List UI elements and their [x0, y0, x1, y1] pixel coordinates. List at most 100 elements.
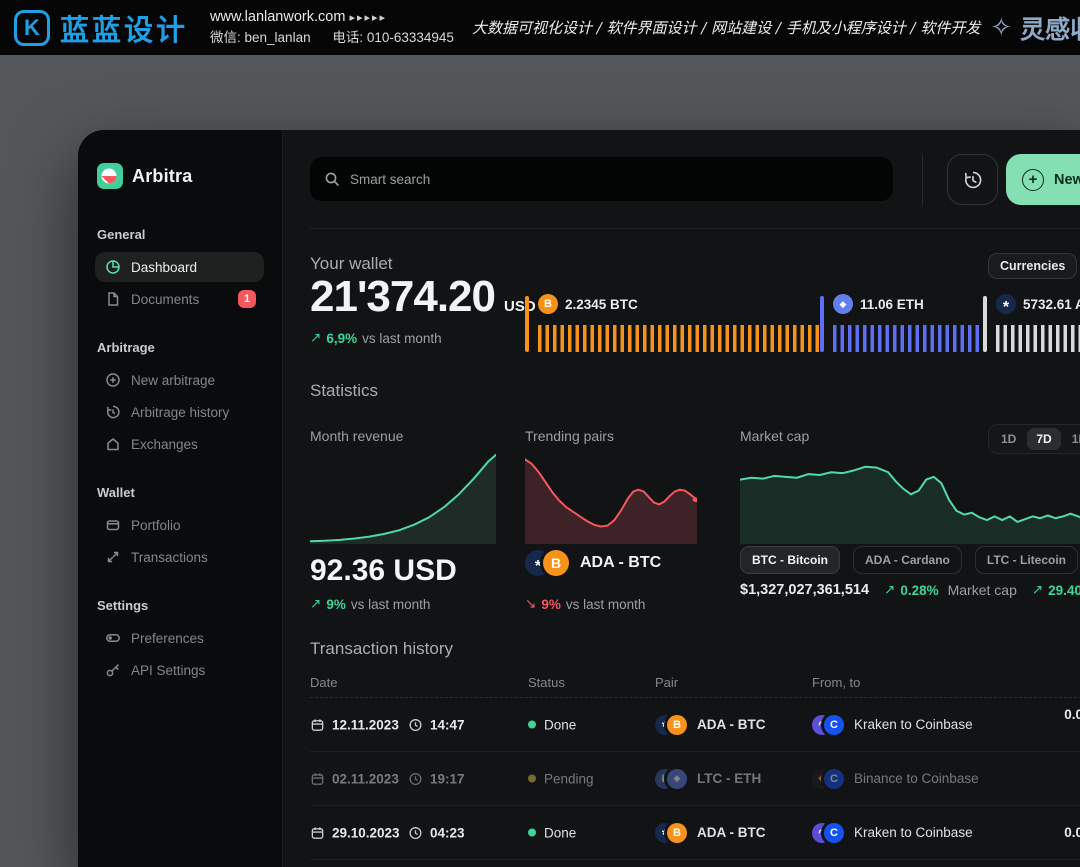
- eth-amount: 11.06 ETH: [860, 297, 924, 312]
- btc-bars: [538, 325, 820, 352]
- clock-icon: [408, 717, 423, 732]
- inspiration-collect[interactable]: ✧ 灵感收集: [990, 10, 1080, 46]
- route-icons: ◆ C: [812, 769, 844, 789]
- wallet-icon: [105, 517, 121, 533]
- coinbase-icon: C: [824, 823, 844, 843]
- sidebar-item-preferences[interactable]: Preferences: [95, 623, 264, 653]
- ada-icon: *: [996, 294, 1016, 314]
- range-1d[interactable]: 1D: [992, 428, 1025, 450]
- month-revenue-label: Month revenue: [310, 428, 403, 444]
- cap-delta: 0.28%: [900, 583, 938, 598]
- range-1m[interactable]: 1M: [1063, 428, 1080, 450]
- market-cap-range-selector: 1D 7D 1M: [988, 424, 1080, 454]
- table-row[interactable]: 12.11.2023 14:47 Done * B: [310, 698, 1080, 752]
- sidebar-item-exchanges[interactable]: Exchanges: [95, 429, 264, 459]
- new-arbitrage-button[interactable]: + New a: [1006, 154, 1080, 205]
- up-arrow-icon: ↗: [884, 582, 895, 598]
- amount-line1: 0.000: [1064, 824, 1080, 839]
- search-input[interactable]: [350, 172, 830, 187]
- table-row[interactable]: 29.10.2023 04:23 Done * B: [310, 806, 1080, 860]
- holding-eth: ◆ 11.06 ETH: [820, 294, 983, 352]
- btc-divider: [525, 296, 529, 352]
- nav-section-arbitrage: Arbitrage: [97, 340, 262, 355]
- sidebar-item-transactions[interactable]: Transactions: [95, 542, 264, 572]
- nav-section-wallet: Wallet: [97, 485, 262, 500]
- lanlan-logo-icon: K: [14, 10, 50, 46]
- delta-suffix: vs last month: [566, 597, 646, 612]
- eth-icon: ◆: [833, 294, 853, 314]
- topbar-divider: [922, 155, 923, 205]
- lanlan-logo-text: 蓝蓝设计: [60, 7, 188, 49]
- sidebar-item-label: Exchanges: [131, 437, 198, 452]
- sidebar-item-label: Preferences: [131, 631, 204, 646]
- delta-value: 6,9%: [326, 331, 357, 346]
- clock-icon: [408, 771, 423, 786]
- ada-amount: 5732.61 ADA: [1023, 297, 1080, 312]
- table-row[interactable]: 02.11.2023 19:17 Pending Ł ◆: [310, 752, 1080, 806]
- pair-icons: * B: [655, 823, 687, 843]
- trending-pair: * B ADA - BTC: [525, 550, 661, 576]
- pill-btc-bitcoin[interactable]: BTC - Bitcoin: [740, 546, 840, 574]
- banner-contact: www.lanlanwork.com ▸▸▸▸▸ 微信: ben_lanlan …: [210, 6, 472, 49]
- toggle-icon: [105, 630, 121, 646]
- sidebar-item-documents[interactable]: Documents 1: [95, 284, 264, 314]
- banner-url[interactable]: www.lanlanwork.com: [210, 9, 345, 25]
- new-arbitrage-label: New a: [1054, 172, 1080, 188]
- sidebar-item-new-arbitrage[interactable]: New arbitrage: [95, 365, 264, 395]
- page-background: Arbitra General Dashboard: [0, 55, 1080, 867]
- sidebar-item-arbitrage-history[interactable]: Arbitrage history: [95, 397, 264, 427]
- collect-label: 灵感收集: [1020, 10, 1080, 46]
- tx-amount: 0.002 1: [1064, 704, 1080, 745]
- tx-date: 12.11.2023: [332, 717, 399, 732]
- sidebar-item-label: New arbitrage: [131, 373, 215, 388]
- pill-ada-cardano[interactable]: ADA - Cardano: [853, 546, 962, 574]
- tx-route: Binance to Coinbase: [854, 771, 979, 786]
- sidebar-item-dashboard[interactable]: Dashboard: [95, 252, 264, 282]
- holding-btc: B 2.2345 BTC: [525, 294, 820, 352]
- sidebar-item-api-settings[interactable]: API Settings: [95, 655, 264, 685]
- trending-pairs-chart: [525, 452, 697, 544]
- history-button[interactable]: [947, 154, 998, 205]
- sidebar-item-label: Transactions: [131, 550, 208, 565]
- arrows-icon: ▸▸▸▸▸: [349, 12, 387, 24]
- tx-date: 02.11.2023: [332, 771, 399, 786]
- transactions-section-title: Transaction history: [310, 639, 453, 659]
- pair-icons: Ł ◆: [655, 769, 687, 789]
- sidebar-item-portfolio[interactable]: Portfolio: [95, 510, 264, 540]
- btc-icon: B: [538, 294, 558, 314]
- key-icon: [105, 662, 121, 678]
- status-done-dot: [528, 829, 536, 837]
- ada-bars: [996, 325, 1080, 352]
- coinbase-icon: C: [824, 769, 844, 789]
- route-icons: ∿ C: [812, 823, 844, 843]
- app-brand: Arbitra: [97, 163, 262, 189]
- tx-route: Kraken to Coinbase: [854, 825, 973, 840]
- col-status: Status: [528, 675, 565, 690]
- statistics-section-title: Statistics: [310, 381, 378, 401]
- banner-wechat: 微信: ben_lanlan: [210, 30, 311, 45]
- btc-amount: 2.2345 BTC: [565, 297, 638, 312]
- cap-label: Market cap: [948, 582, 1017, 598]
- screen: K 蓝蓝设计 www.lanlanwork.com ▸▸▸▸▸ 微信: ben_…: [0, 0, 1080, 867]
- wallet-delta: ↗ 6,9% vs last month: [310, 330, 442, 346]
- col-date: Date: [310, 675, 337, 690]
- pill-ltc-litecoin[interactable]: LTC - Litecoin: [975, 546, 1078, 574]
- arbitra-logo-icon: [97, 163, 123, 189]
- range-7d[interactable]: 7D: [1027, 428, 1060, 450]
- delta-suffix: vs last month: [351, 597, 431, 612]
- market-cap-chart: [740, 452, 1080, 544]
- tx-time: 14:47: [430, 717, 465, 732]
- amount-line1: 0.002: [1064, 706, 1080, 721]
- sidebar-item-label: Arbitrage history: [131, 405, 229, 420]
- eth-bars: [833, 325, 983, 352]
- sidebar-item-label: Documents: [131, 292, 199, 307]
- calendar-icon: [310, 717, 325, 732]
- toggle-currencies[interactable]: Currencies: [988, 253, 1077, 279]
- plus-icon: +: [1022, 169, 1044, 191]
- sidebar-item-label: API Settings: [131, 663, 205, 678]
- smart-search[interactable]: [310, 157, 893, 201]
- main-content: + New a Your wallet 21'374.20 USD ↗ 6,9%…: [283, 130, 1080, 867]
- trending-delta: ↘ 9% vs last month: [525, 596, 645, 612]
- trending-pairs-label: Trending pairs: [525, 428, 614, 444]
- status-done-dot: [528, 721, 536, 729]
